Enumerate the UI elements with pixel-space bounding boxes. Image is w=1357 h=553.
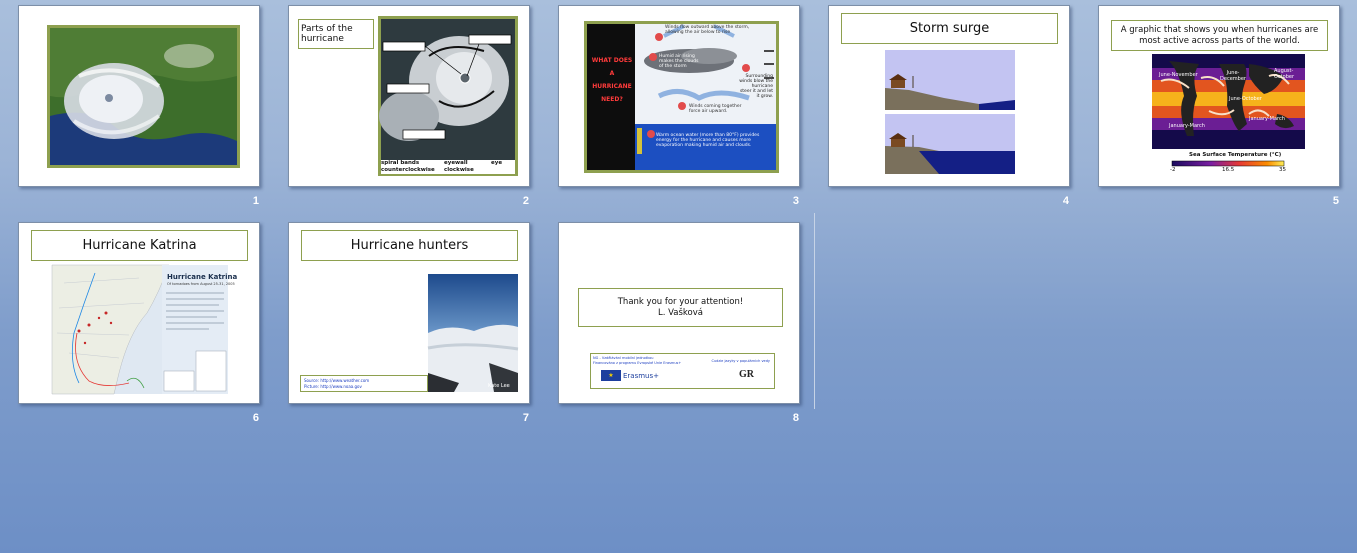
storm-surge-illustration <box>885 50 1015 174</box>
footer-right-text: Cudzie jazyky v populárnich vedy <box>711 359 770 363</box>
slide-number-7: 7 <box>522 412 529 424</box>
slide-number-5: 5 <box>1332 195 1339 207</box>
map-label-june-october: June-October <box>1229 96 1262 102</box>
slide-thumbnail-6[interactable]: Hurricane Katrina Hurricane Katrina Of t… <box>18 222 260 404</box>
slide-number-4: 4 <box>1062 195 1069 207</box>
katrina-tornado-map <box>51 264 228 395</box>
note-humid-air: Humid air rising makes the clouds of the… <box>659 54 699 69</box>
map-label-january-march-2: January-March <box>1249 116 1285 122</box>
slide-thumbnail-5[interactable]: A graphic that shows you when hurricanes… <box>1098 5 1340 187</box>
note-warm-water: Warm ocean water (more than 80°F) provid… <box>656 133 760 148</box>
colorbar-title: Sea Surface Temperature (°C) <box>1189 152 1282 158</box>
map-label-june-december: June-December <box>1220 70 1246 82</box>
label-eye: eye <box>491 160 503 166</box>
colorbar-tick-min: -2 <box>1170 167 1176 173</box>
hurricane-eye-photo <box>427 274 519 392</box>
thanks-box: Thank you for your attention! L. Vašková <box>578 288 783 327</box>
side-question-text: WHAT DOES A HURRICANE NEED? <box>591 57 633 103</box>
map-label-june-november: June-November <box>1159 72 1198 78</box>
erasmus-logo: ★ Erasmus+ <box>601 370 659 381</box>
map-subtitle: Of tornadoes from August 25-31, 2005 <box>167 282 235 286</box>
sea-surface-temperature-map <box>1152 54 1305 167</box>
slide-thumbnail-7[interactable]: Hurricane hunters Source: http://www.wea… <box>288 222 530 404</box>
slide-thumbnail-3[interactable]: WHAT DOES A HURRICANE NEED? Winds flow o… <box>558 5 800 187</box>
note-winds-together: Winds coming together force air upward. <box>689 104 742 114</box>
hurricane-satellite-image <box>47 25 240 168</box>
label-eyewall: eyewall <box>444 160 468 166</box>
erasmus-label: Erasmus+ <box>623 371 660 380</box>
slide-number-8: 8 <box>792 412 799 424</box>
footer-line-2: Financováno z programu Evropské Unie Era… <box>593 361 682 365</box>
slide-thumbnail-1[interactable] <box>18 5 260 187</box>
slide-thumbnail-4[interactable]: Storm surge <box>828 5 1070 187</box>
map-title: Hurricane Katrina <box>167 273 238 281</box>
footer-line-1: NG - Vzdělávání mobilní jednotkou <box>593 356 654 360</box>
slide-number-6: 6 <box>252 412 259 424</box>
author-name: L. Vašková <box>658 307 703 318</box>
photo-caption: Kate Lee <box>488 383 510 389</box>
colorbar-tick-max: 35 <box>1279 167 1286 173</box>
thanks-text: Thank you for your attention! <box>617 296 744 307</box>
hurricane-diagram-image <box>378 16 518 176</box>
eu-flag-icon: ★ <box>601 370 621 381</box>
map-label-january-march-1: January-March <box>1169 123 1205 129</box>
footer-box: NG - Vzdělávání mobilní jednotkou Financ… <box>590 353 775 389</box>
insertion-divider <box>814 213 815 409</box>
slide-number-1: 1 <box>252 195 259 207</box>
map-label-august-october: August-October <box>1274 68 1295 80</box>
note-winds-outward: Winds flow outward above the storm, allo… <box>665 25 750 35</box>
slide-number-3: 3 <box>792 195 799 207</box>
label-spiral-bands: spiral bands <box>381 160 420 166</box>
slide-thumbnail-8[interactable]: Thank you for your attention! L. Vašková… <box>558 222 800 404</box>
colorbar-tick-mid: 16.5 <box>1222 167 1235 173</box>
note-surrounding-winds: Surrounding winds blow the hurricane ste… <box>739 74 773 99</box>
slide-thumbnail-2[interactable]: Parts of the hurricane spiral bands eyew… <box>288 5 530 187</box>
slide-number-2: 2 <box>522 195 529 207</box>
label-counterclockwise: counterclockwise <box>381 167 435 173</box>
label-clockwise: clockwise <box>444 167 474 173</box>
gr-logo: GR <box>739 369 754 380</box>
